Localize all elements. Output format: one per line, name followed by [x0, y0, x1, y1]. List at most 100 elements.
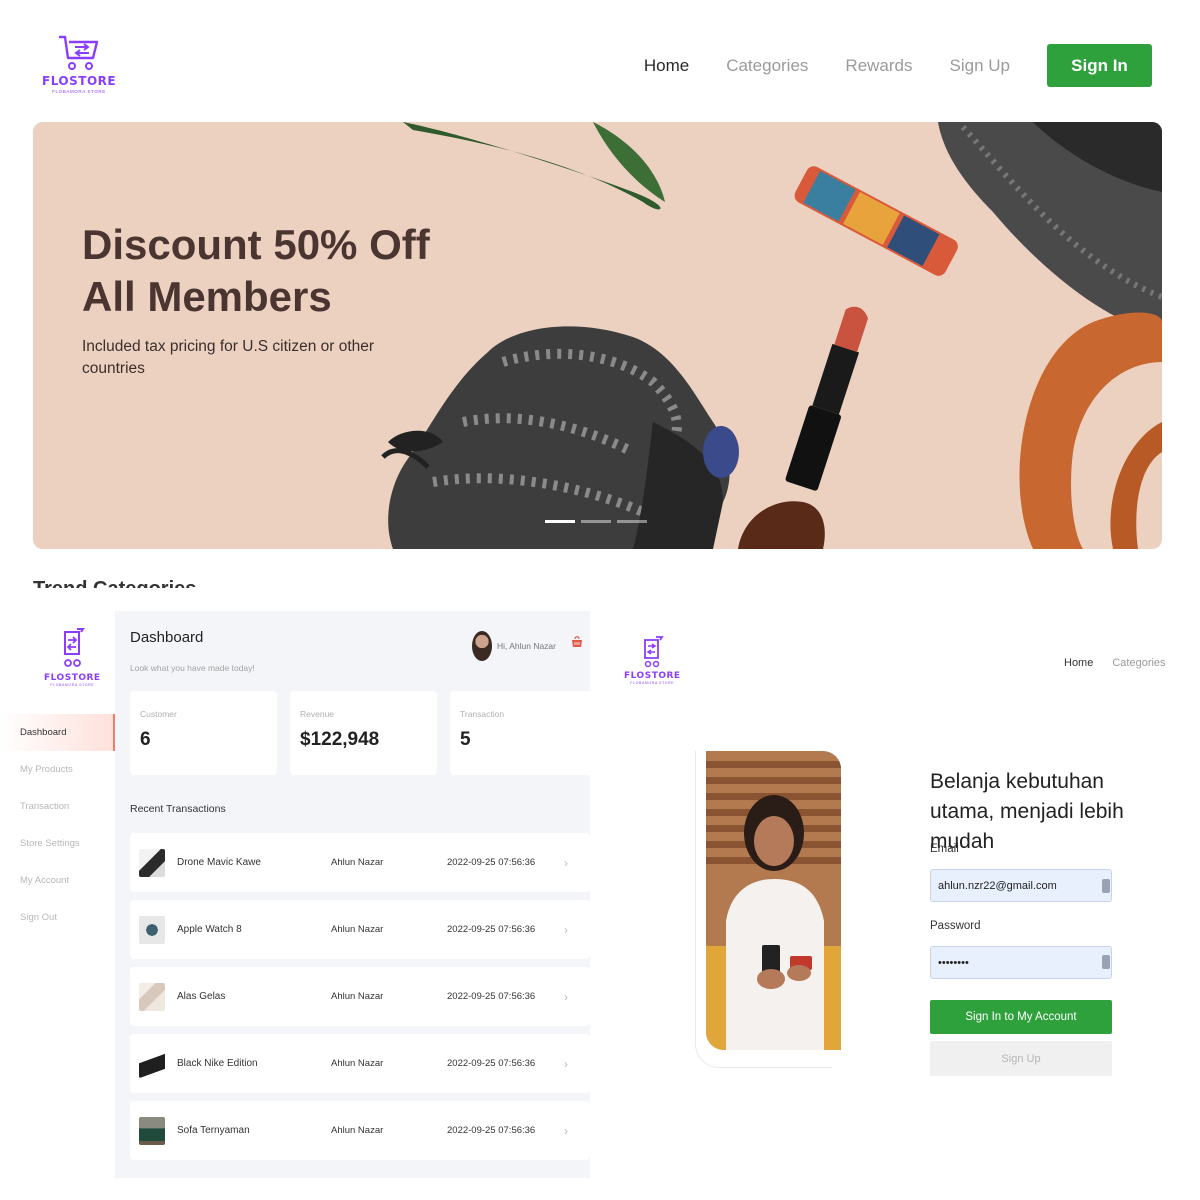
nav-rewards[interactable]: Rewards — [845, 56, 912, 76]
hero-banner: Discount 50% Off All Members Included ta… — [33, 122, 1162, 549]
nav-home[interactable]: Home — [1064, 657, 1093, 669]
table-row[interactable]: Apple Watch 8 Ahlun Nazar 2022-09-25 07:… — [130, 900, 590, 959]
product-thumbnail — [139, 915, 165, 944]
nav-sign-up[interactable]: Sign Up — [950, 56, 1010, 76]
product-name: Drone Mavic Kawe — [177, 857, 261, 868]
table-row[interactable]: Drone Mavic Kawe Ahlun Nazar 2022-09-25 … — [130, 833, 590, 892]
cart-logo-icon — [644, 636, 664, 668]
carousel-dot-1[interactable] — [545, 520, 575, 523]
dashboard-screen: FLOSTORE FLOBAMORA STORE Dashboard My Pr… — [0, 611, 590, 1200]
customer-name: Ahlun Nazar — [331, 924, 384, 935]
product-name: Black Nike Edition — [177, 1058, 258, 1069]
email-field[interactable] — [930, 869, 1112, 902]
user-greeting[interactable]: Hi, Ahlun Nazar — [497, 641, 556, 651]
dashboard-sidebar: FLOSTORE FLOBAMORA STORE Dashboard My Pr… — [0, 611, 115, 1200]
stat-value: 6 — [140, 729, 151, 750]
page-subtitle: Look what you have made today! — [130, 663, 255, 673]
transactions-list: Drone Mavic Kawe Ahlun Nazar 2022-09-25 … — [130, 833, 590, 1168]
logo-name: FLOSTORE — [624, 671, 681, 681]
chevron-right-icon[interactable]: › — [564, 856, 568, 870]
shopper-photo — [706, 751, 841, 1050]
sidebar-item-transaction[interactable]: Transaction — [0, 788, 115, 825]
logo-name: FLOSTORE — [44, 673, 101, 683]
dashboard-main: Dashboard Look what you have made today!… — [115, 611, 590, 1178]
customer-name: Ahlun Nazar — [331, 1125, 384, 1136]
hero-title-line1: Discount 50% Off — [82, 221, 430, 268]
sign-in-to-account-button[interactable]: Sign In to My Account — [930, 1000, 1112, 1034]
sidebar-item-sign-out[interactable]: Sign Out — [0, 899, 115, 936]
stat-card-revenue: Revenue $122,948 — [290, 691, 437, 775]
customer-name: Ahlun Nazar — [331, 857, 384, 868]
stat-card-transaction: Transaction 5 — [450, 691, 590, 775]
transaction-date: 2022-09-25 07:56:36 — [447, 924, 536, 935]
chevron-right-icon[interactable]: › — [564, 1124, 568, 1138]
sign-in-nav: Home Categories — [1064, 657, 1185, 669]
trend-categories-heading: Trend Categories — [33, 572, 433, 588]
customer-name: Ahlun Nazar — [331, 1058, 384, 1069]
transaction-date: 2022-09-25 07:56:36 — [447, 857, 536, 868]
logo-tagline: FLOBAMORA STORE — [52, 89, 106, 94]
shopping-basket-icon[interactable] — [571, 635, 583, 648]
cart-logo-icon — [59, 35, 99, 70]
hero-subtitle: Included tax pricing for U.S citizen or … — [82, 338, 375, 377]
sign-in-screen: FLOSTORE FLOBAMORA STORE Home Categories… — [600, 611, 1200, 1200]
stat-card-customer: Customer 6 — [130, 691, 277, 775]
chevron-right-icon[interactable]: › — [564, 990, 568, 1004]
chevron-right-icon[interactable]: › — [564, 923, 568, 937]
transaction-date: 2022-09-25 07:56:36 — [447, 991, 536, 1002]
avatar[interactable] — [471, 631, 492, 661]
carousel-indicators — [545, 520, 653, 523]
nav-categories[interactable]: Categories — [1112, 657, 1165, 669]
password-field[interactable] — [930, 946, 1112, 979]
carousel-dot-2[interactable] — [581, 520, 611, 523]
sidebar-item-dashboard[interactable]: Dashboard — [0, 714, 115, 751]
stat-label: Customer — [140, 709, 177, 719]
stat-label: Transaction — [460, 709, 505, 719]
product-name: Alas Gelas — [177, 991, 226, 1002]
main-nav: Home Categories Rewards Sign Up Sign In — [644, 44, 1152, 87]
recent-transactions-title: Recent Transactions — [130, 803, 226, 815]
sign-up-button[interactable]: Sign Up — [930, 1041, 1112, 1076]
section-title: Trend Categories — [33, 578, 433, 588]
nav-categories[interactable]: Categories — [726, 56, 808, 76]
cart-logo-icon — [64, 628, 86, 667]
table-row[interactable]: Black Nike Edition Ahlun Nazar 2022-09-2… — [130, 1034, 590, 1093]
sign-in-button[interactable]: Sign In — [1047, 44, 1152, 87]
customer-name: Ahlun Nazar — [331, 991, 384, 1002]
stats-cards: Customer 6 Revenue $122,948 Transaction … — [130, 691, 590, 775]
product-name: Apple Watch 8 — [177, 924, 242, 935]
password-manager-key-icon[interactable] — [1102, 879, 1110, 893]
flostore-logo[interactable]: FLOSTORE FLOBAMORA STORE — [44, 628, 101, 687]
nav-home[interactable]: Home — [644, 56, 689, 76]
product-thumbnail — [139, 1049, 165, 1078]
shopper-image — [706, 751, 841, 1050]
stat-label: Revenue — [300, 709, 335, 719]
chevron-right-icon[interactable]: › — [564, 1057, 568, 1071]
sign-in-heading: Belanja kebutuhan utama, menjadi lebih m… — [930, 770, 1124, 853]
sidebar-item-my-account[interactable]: My Account — [0, 862, 115, 899]
password-label: Password — [930, 920, 981, 932]
hero-title: Discount 50% Off All Members — [82, 219, 430, 323]
hero-title-line2: All Members — [82, 273, 332, 320]
product-name: Sofa Ternyaman — [177, 1125, 250, 1136]
product-thumbnail — [139, 848, 165, 877]
password-manager-key-icon[interactable] — [1102, 955, 1110, 969]
landing-header: FLOSTORE FLOBAMORA STORE Home Categories… — [0, 0, 1200, 120]
flostore-logo[interactable]: FLOSTORE FLOBAMORA STORE — [42, 34, 116, 94]
email-label: Email — [930, 843, 959, 855]
table-row[interactable]: Alas Gelas Ahlun Nazar 2022-09-25 07:56:… — [130, 967, 590, 1026]
transaction-date: 2022-09-25 07:56:36 — [447, 1125, 536, 1136]
carousel-dot-3[interactable] — [617, 520, 647, 523]
stat-value: $122,948 — [300, 729, 380, 750]
transaction-date: 2022-09-25 07:56:36 — [447, 1058, 536, 1069]
sidebar-item-store-settings[interactable]: Store Settings — [0, 825, 115, 862]
flostore-logo[interactable]: FLOSTORE FLOBAMORA STORE — [624, 636, 681, 685]
logo-tagline: FLOBAMORA STORE — [630, 681, 675, 685]
product-thumbnail — [139, 1116, 165, 1145]
sidebar-item-my-products[interactable]: My Products — [0, 751, 115, 788]
logo-tagline: FLOBAMORA STORE — [50, 683, 95, 687]
table-row[interactable]: Sofa Ternyaman Ahlun Nazar 2022-09-25 07… — [130, 1101, 590, 1160]
product-thumbnail — [139, 982, 165, 1011]
user-menu[interactable]: Hi, Ahlun Nazar — [471, 631, 556, 661]
logo-name: FLOSTORE — [42, 74, 117, 88]
